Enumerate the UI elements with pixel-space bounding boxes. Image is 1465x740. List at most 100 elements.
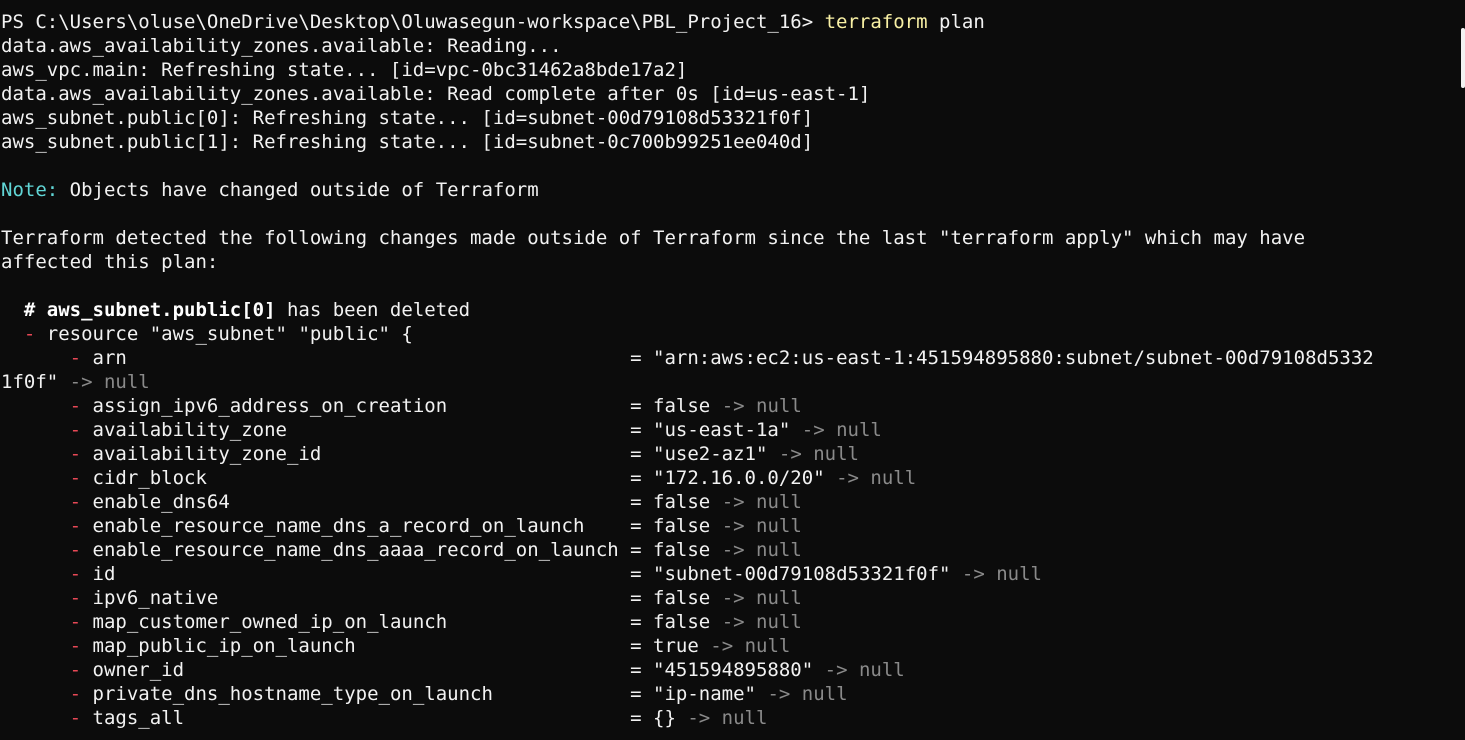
terminal-text-segment: terraform: [824, 11, 928, 33]
terminal-text-segment: Terraform detected the following changes…: [1, 227, 1306, 249]
terminal-text-segment: -> null: [710, 491, 802, 513]
terminal-text-segment: ipv6_native = false: [81, 587, 711, 609]
terminal-text-segment: -: [69, 635, 82, 657]
terminal-text-segment: data.aws_availability_zones.available: R…: [1, 83, 871, 105]
terminal-line: - cidr_block = "172.16.0.0/20" -> null: [1, 466, 1451, 490]
terminal-text-segment: -: [69, 611, 82, 633]
terminal-line: 1f0f" -> null: [1, 370, 1451, 394]
terminal-text-segment: Note:: [1, 179, 59, 201]
terminal-line: - tags_all = {} -> null: [1, 706, 1451, 730]
terminal-text-segment: tags_all = {}: [81, 707, 676, 729]
terminal-text-segment: -: [69, 707, 82, 729]
terminal-line: affected this plan:: [1, 250, 1451, 274]
terminal-text-segment: -> null: [813, 659, 905, 681]
scrollbar-thumb[interactable]: [1461, 28, 1465, 88]
terminal-text-segment: aws_subnet.public[0]: Refreshing state..…: [1, 107, 814, 129]
terminal-text-segment: -: [23, 323, 36, 345]
terminal-text-segment: -: [69, 539, 82, 561]
terminal-text-segment: -> null: [698, 635, 791, 657]
terminal-text-segment: PS C:\Users\oluse\OneDrive\Desktop\Oluwa…: [1, 11, 825, 33]
terminal-text-segment: affected this plan:: [1, 251, 219, 273]
terminal-text-segment: # aws_subnet.public[0]: [1, 299, 276, 321]
terminal-line: - enable_dns64 = false -> null: [1, 490, 1451, 514]
terminal-text-segment: enable_dns64 = false: [81, 491, 711, 513]
terminal-line: - availability_zone = "us-east-1a" -> nu…: [1, 418, 1451, 442]
terminal-line: - private_dns_hostname_type_on_launch = …: [1, 682, 1451, 706]
terminal-text-segment: -> null: [675, 707, 768, 729]
terminal-text-segment: aws_subnet.public[1]: Refreshing state..…: [1, 131, 814, 153]
terminal-text-segment: resource "aws_subnet" "public" {: [35, 323, 413, 345]
terminal-text-segment: 1f0f": [1, 371, 59, 393]
terminal-line: Note: Objects have changed outside of Te…: [1, 178, 1451, 202]
terminal-text-segment: -: [69, 491, 82, 513]
terminal-text-segment: enable_resource_name_dns_aaaa_record_on_…: [81, 539, 711, 561]
terminal-output: PS C:\Users\oluse\OneDrive\Desktop\Oluwa…: [1, 10, 1451, 730]
terminal-line: - ipv6_native = false -> null: [1, 586, 1451, 610]
terminal-text-segment: -: [69, 683, 82, 705]
terminal-line: - owner_id = "451594895880" -> null: [1, 658, 1451, 682]
terminal-text-segment: map_public_ip_on_launch = true: [81, 635, 699, 657]
terminal-text-segment: -: [69, 419, 82, 441]
terminal-text-segment: -> null: [710, 587, 802, 609]
terminal-line: data.aws_availability_zones.available: R…: [1, 82, 1451, 106]
terminal-text-segment: enable_resource_name_dns_a_record_on_lau…: [81, 515, 711, 537]
terminal-text-segment: availability_zone_id = "use2-az1": [81, 443, 768, 465]
terminal-line: - resource "aws_subnet" "public" {: [1, 322, 1451, 346]
terminal-line: - enable_resource_name_dns_a_record_on_l…: [1, 514, 1451, 538]
terminal-text-segment: map_customer_owned_ip_on_launch = false: [81, 611, 711, 633]
terminal-text-segment: Objects have changed outside of Terrafor…: [58, 179, 539, 201]
terminal-line: - map_public_ip_on_launch = true -> null: [1, 634, 1451, 658]
terminal-window[interactable]: PS C:\Users\oluse\OneDrive\Desktop\Oluwa…: [0, 0, 1465, 740]
terminal-text-segment: arn = "arn:aws:ec2:us-east-1:45159489588…: [81, 347, 1374, 369]
terminal-line: PS C:\Users\oluse\OneDrive\Desktop\Oluwa…: [1, 10, 1451, 34]
terminal-text-segment: -: [69, 443, 82, 465]
scrollbar-track[interactable]: [1460, 0, 1465, 740]
terminal-line: aws_vpc.main: Refreshing state... [id=vp…: [1, 58, 1451, 82]
terminal-line: - arn = "arn:aws:ec2:us-east-1:451594895…: [1, 346, 1451, 370]
terminal-text-segment: has been deleted: [275, 299, 471, 321]
terminal-text-segment: -> null: [767, 443, 859, 465]
terminal-text-segment: -> null: [790, 419, 882, 441]
terminal-text-segment: -: [69, 395, 82, 417]
terminal-line: data.aws_availability_zones.available: R…: [1, 34, 1451, 58]
terminal-line: - enable_resource_name_dns_aaaa_record_o…: [1, 538, 1451, 562]
terminal-text-segment: id = "subnet-00d79108d53321f0f": [81, 563, 951, 585]
terminal-line: aws_subnet.public[0]: Refreshing state..…: [1, 106, 1451, 130]
terminal-text-segment: -: [69, 467, 82, 489]
terminal-line: # aws_subnet.public[0] has been deleted: [1, 298, 1451, 322]
terminal-text-segment: -> null: [756, 683, 848, 705]
terminal-text-segment: -> null: [58, 371, 150, 393]
terminal-text-segment: -> null: [710, 539, 802, 561]
terminal-text-segment: -> null: [824, 467, 917, 489]
terminal-text-segment: owner_id = "451594895880": [81, 659, 814, 681]
terminal-text-segment: -: [69, 563, 82, 585]
terminal-text-segment: data.aws_availability_zones.available: R…: [1, 35, 562, 57]
terminal-line: - id = "subnet-00d79108d53321f0f" -> nul…: [1, 562, 1451, 586]
terminal-line: Terraform detected the following changes…: [1, 226, 1451, 250]
terminal-text-segment: -: [69, 347, 82, 369]
terminal-text-segment: assign_ipv6_address_on_creation = false: [81, 395, 711, 417]
terminal-text-segment: private_dns_hostname_type_on_launch = "i…: [81, 683, 756, 705]
terminal-line: - map_customer_owned_ip_on_launch = fals…: [1, 610, 1451, 634]
terminal-text-segment: -: [69, 659, 82, 681]
terminal-text-segment: aws_vpc.main: Refreshing state... [id=vp…: [1, 59, 688, 81]
terminal-text-segment: plan: [927, 11, 985, 33]
terminal-text-segment: -> null: [710, 515, 802, 537]
terminal-text-segment: -> null: [710, 611, 802, 633]
